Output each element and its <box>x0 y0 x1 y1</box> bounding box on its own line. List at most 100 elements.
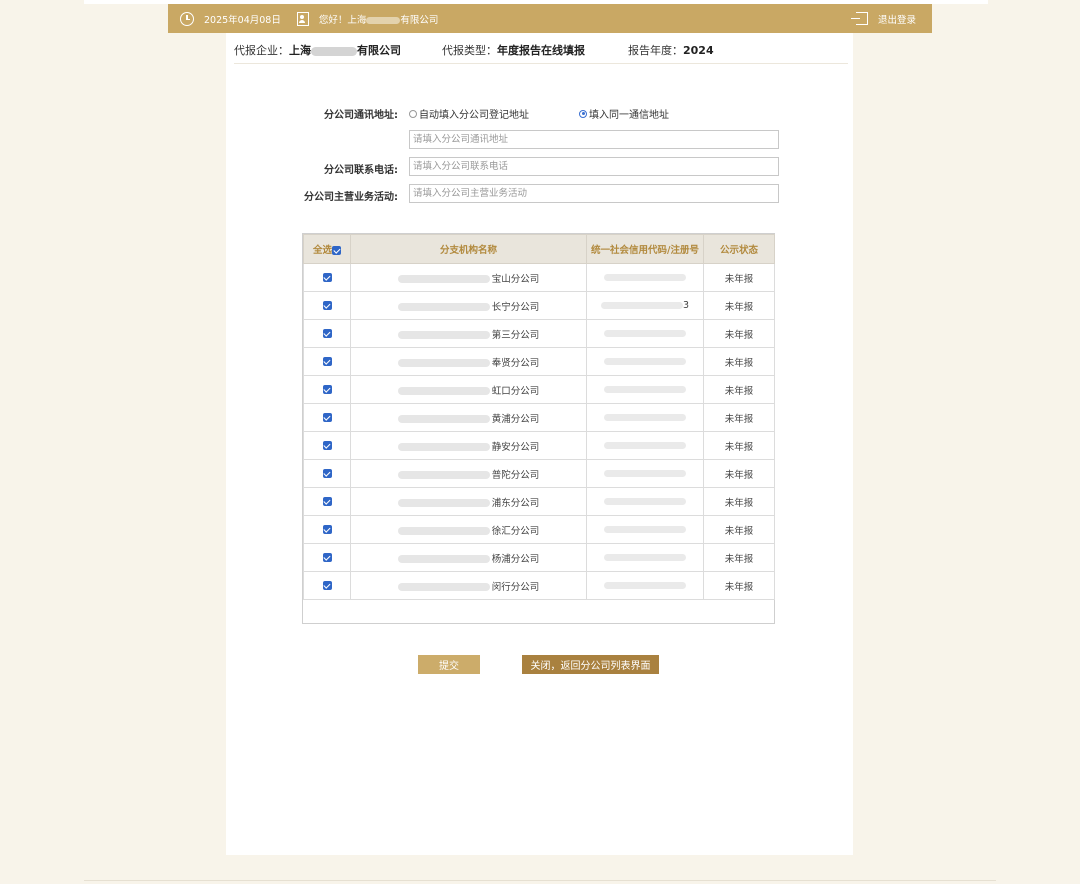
branch-table: 全选 分支机构名称 统一社会信用代码/注册号 公示状态 宝山分公司 未年报 长宁分公… <box>302 233 775 624</box>
credit-code-cell <box>586 431 704 460</box>
status-cell: 未年报 <box>703 263 775 292</box>
redacted-branch-name <box>397 555 490 563</box>
table-row[interactable]: 杨浦分公司 未年报 <box>303 543 775 572</box>
credit-code-cell <box>586 319 704 348</box>
row-checkbox-cell[interactable] <box>303 571 351 600</box>
row-checkbox[interactable] <box>322 301 332 310</box>
row-checkbox-cell[interactable] <box>303 291 351 320</box>
redacted-credit-code <box>604 526 686 533</box>
table-row[interactable]: 浦东分公司 未年报 <box>303 487 775 516</box>
branch-name-cell: 奉贤分公司 <box>350 347 587 376</box>
credit-code-cell <box>586 403 704 432</box>
row-checkbox[interactable] <box>322 357 332 366</box>
business-input[interactable] <box>409 184 779 203</box>
table-row[interactable]: 第三分公司 未年报 <box>303 319 775 348</box>
submit-button[interactable]: 提交 <box>418 655 480 674</box>
redacted-branch-name <box>397 527 490 535</box>
table-row[interactable]: 闵行分公司 未年报 <box>303 571 775 600</box>
redacted-branch-name <box>397 499 490 507</box>
agent-info: 代报企业：上海 有限公司 <box>234 42 401 58</box>
row-checkbox[interactable] <box>322 469 332 478</box>
credit-code-cell <box>586 543 704 572</box>
branch-name-suffix: 奉贤分公司 <box>491 357 540 369</box>
redacted-branch-name <box>397 415 490 423</box>
report-info-row: 代报企业：上海 有限公司 代报类型：年度报告在线填报 报告年度：2024 <box>234 42 848 64</box>
redacted-credit-code <box>600 302 683 309</box>
credit-code-cell: 3 <box>586 291 704 320</box>
row-checkbox[interactable] <box>322 581 332 590</box>
phone-input[interactable] <box>409 157 779 176</box>
table-row[interactable]: 虹口分公司 未年报 <box>303 375 775 404</box>
status-cell: 未年报 <box>703 543 775 572</box>
branch-name-suffix: 虹口分公司 <box>491 385 540 397</box>
row-checkbox-cell[interactable] <box>303 403 351 432</box>
redacted-credit-code <box>604 470 686 477</box>
branch-name-cell: 虹口分公司 <box>350 375 587 404</box>
table-row[interactable]: 宝山分公司 未年报 <box>303 263 775 292</box>
table-row[interactable]: 静安分公司 未年报 <box>303 431 775 460</box>
name-header: 分支机构名称 <box>350 234 587 264</box>
branch-name-suffix: 浦东分公司 <box>491 497 540 509</box>
close-return-button[interactable]: 关闭，返回分公司列表界面 <box>522 655 659 674</box>
redacted-branch-name <box>397 443 490 451</box>
branch-name-cell: 宝山分公司 <box>350 263 587 292</box>
row-checkbox[interactable] <box>322 329 332 338</box>
row-checkbox-cell[interactable] <box>303 431 351 460</box>
redacted-branch-name <box>397 387 490 395</box>
row-checkbox[interactable] <box>322 553 332 562</box>
status-cell: 未年报 <box>703 487 775 516</box>
row-checkbox-cell[interactable] <box>303 375 351 404</box>
credit-code-cell <box>586 263 704 292</box>
branch-name-suffix: 徐汇分公司 <box>491 525 540 537</box>
select-all-checkbox[interactable] <box>332 246 341 255</box>
redacted-credit-code <box>604 414 686 421</box>
table-row[interactable]: 普陀分公司 未年报 <box>303 459 775 488</box>
row-checkbox-cell[interactable] <box>303 487 351 516</box>
select-all-header[interactable]: 全选 <box>303 234 351 264</box>
branch-name-cell: 徐汇分公司 <box>350 515 587 544</box>
row-checkbox[interactable] <box>322 441 332 450</box>
row-checkbox-cell[interactable] <box>303 543 351 572</box>
row-checkbox-cell[interactable] <box>303 263 351 292</box>
row-checkbox[interactable] <box>322 525 332 534</box>
agent-value-prefix: 上海 <box>289 44 311 57</box>
type-label: 代报类型： <box>442 44 497 57</box>
credit-code-cell <box>586 459 704 488</box>
redacted-agent-name <box>311 46 357 56</box>
row-checkbox[interactable] <box>322 497 332 506</box>
table-row[interactable]: 长宁分公司 3 未年报 <box>303 291 775 320</box>
table-header-row: 全选 分支机构名称 统一社会信用代码/注册号 公示状态 <box>303 234 775 264</box>
address-input[interactable] <box>409 130 779 149</box>
greeting: 您好！上海 有限公司 <box>319 12 439 26</box>
branch-name-cell: 浦东分公司 <box>350 487 587 516</box>
redacted-branch-name <box>397 583 490 591</box>
year-value: 2024 <box>683 44 714 57</box>
credit-code-cell <box>586 571 704 600</box>
row-checkbox-cell[interactable] <box>303 515 351 544</box>
status-cell: 未年报 <box>703 431 775 460</box>
credit-code-cell <box>586 487 704 516</box>
redacted-branch-name <box>397 303 490 311</box>
logout-button[interactable]: 退出登录 <box>850 12 916 26</box>
credit-code-suffix: 3 <box>682 300 690 311</box>
table-row[interactable]: 奉贤分公司 未年报 <box>303 347 775 376</box>
agent-value: 上海 有限公司 <box>289 44 401 57</box>
redacted-branch-name <box>397 275 490 283</box>
radio-auto-address[interactable]: 自动填入分公司登记地址 <box>409 106 529 121</box>
branch-name-cell: 长宁分公司 <box>350 291 587 320</box>
row-checkbox-cell[interactable] <box>303 319 351 348</box>
bottom-divider <box>84 880 996 881</box>
branch-name-cell: 第三分公司 <box>350 319 587 348</box>
row-checkbox-cell[interactable] <box>303 347 351 376</box>
row-checkbox[interactable] <box>322 273 332 282</box>
redacted-credit-code <box>604 330 686 337</box>
radio-same-address[interactable]: 填入同一通信地址 <box>579 106 669 121</box>
table-row[interactable]: 徐汇分公司 未年报 <box>303 515 775 544</box>
row-checkbox-cell[interactable] <box>303 459 351 488</box>
redacted-branch-name <box>397 471 490 479</box>
row-checkbox[interactable] <box>322 413 332 422</box>
table-row[interactable]: 黄浦分公司 未年报 <box>303 403 775 432</box>
branch-name-cell: 黄浦分公司 <box>350 403 587 432</box>
row-checkbox[interactable] <box>322 385 332 394</box>
credit-code-cell <box>586 375 704 404</box>
